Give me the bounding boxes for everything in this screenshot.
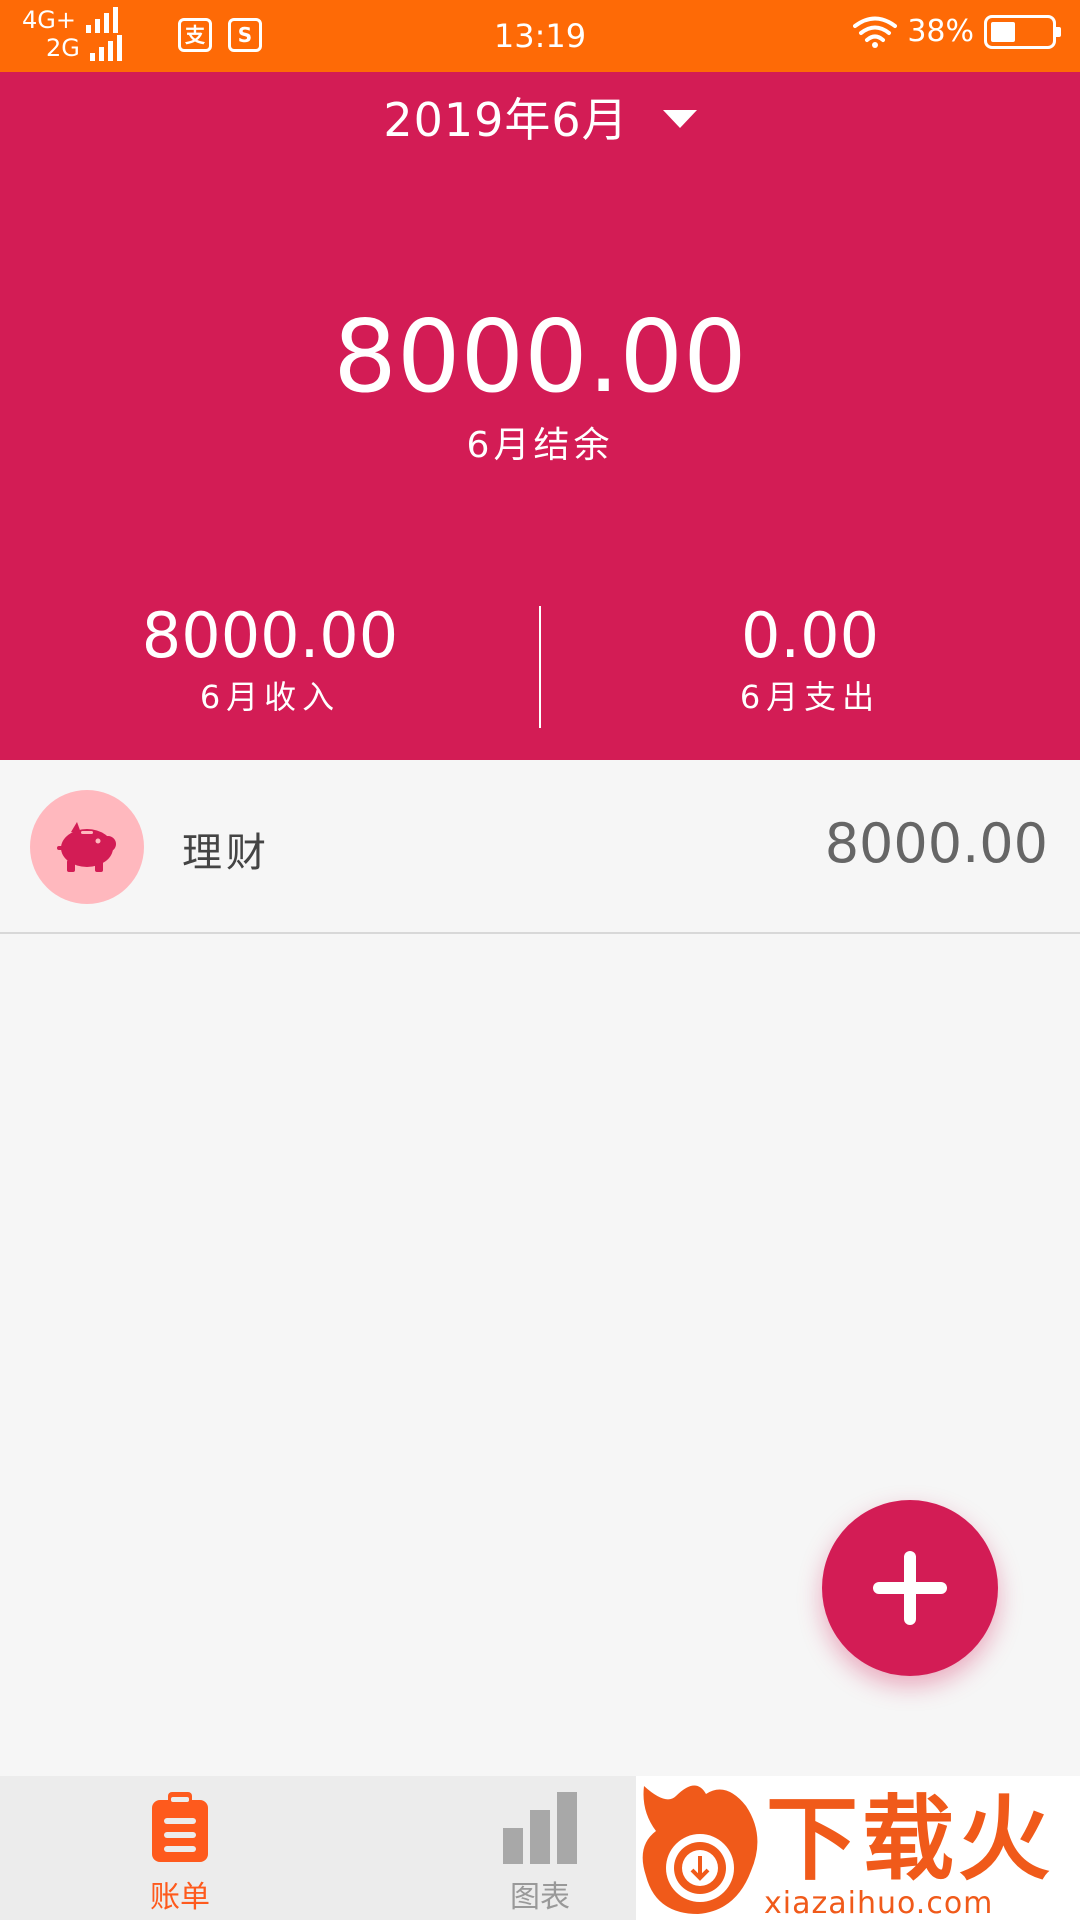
flame-logo-icon xyxy=(642,1785,758,1914)
piggy-bank-icon xyxy=(57,822,116,872)
tab-bill-label: 账单 xyxy=(150,1880,210,1915)
expense-amount: 0.00 xyxy=(740,599,880,672)
bookkeeping-screen: 4G+ 2G 支 S 13:19 38% 2019年6月 8000.00 6月结… xyxy=(0,0,1080,1920)
watermark-url: xiazaihuo.com xyxy=(764,1886,994,1920)
bar-chart-icon xyxy=(503,1792,577,1864)
income-summary: 8000.00 6月收入 xyxy=(0,602,540,718)
tab-chart[interactable]: 图表 xyxy=(440,1792,640,1916)
status-right: 38% xyxy=(853,14,1061,49)
income-amount: 8000.00 xyxy=(141,599,399,672)
list-item[interactable]: 理财 8000.00 xyxy=(0,760,1080,934)
transaction-list: 理财 8000.00 xyxy=(0,760,1080,934)
status-bar: 4G+ 2G 支 S 13:19 38% xyxy=(0,0,1080,72)
clipboard-icon xyxy=(152,1792,208,1862)
month-selector[interactable]: 2019年6月 xyxy=(0,82,1080,152)
watermark-text: 下载火 xyxy=(766,1786,1055,1893)
monthly-summary: 2019年6月 8000.00 6月结余 8000.00 6月收入 0.00 6… xyxy=(0,72,1080,760)
expense-label: 6月支出 xyxy=(739,678,881,716)
add-record-button[interactable] xyxy=(822,1500,998,1676)
balance-amount: 8000.00 xyxy=(333,298,747,415)
battery-percent: 38% xyxy=(907,14,974,49)
balance-label: 6月结余 xyxy=(466,425,614,466)
month-label: 2019年6月 xyxy=(383,93,629,147)
category-name: 理财 xyxy=(182,830,270,876)
wifi-icon xyxy=(853,16,898,48)
expense-summary: 0.00 6月支出 xyxy=(540,602,1080,718)
category-icon-circle xyxy=(30,790,144,904)
battery-icon xyxy=(984,14,1061,49)
watermark: 下载火 xiazaihuo.com xyxy=(636,1776,1080,1920)
tab-bill[interactable]: 账单 xyxy=(80,1792,280,1916)
tab-chart-label: 图表 xyxy=(510,1880,570,1915)
dropdown-caret-icon xyxy=(662,110,697,128)
transaction-amount: 8000.00 xyxy=(824,812,1048,875)
income-label: 6月收入 xyxy=(199,678,341,716)
plus-icon xyxy=(873,1551,947,1625)
